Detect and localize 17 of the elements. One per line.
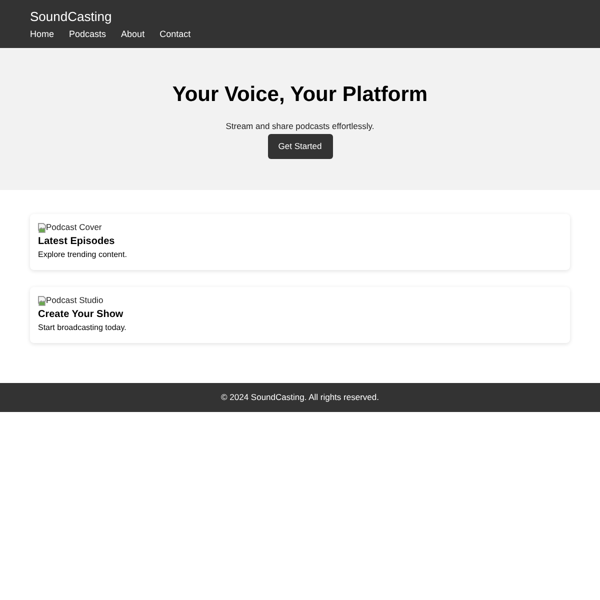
card-description: Explore trending content. <box>38 249 127 260</box>
hero-title: Your Voice, Your Platform <box>172 82 428 108</box>
brand-name: SoundCasting <box>30 9 112 25</box>
image-alt-text: Podcast Cover <box>46 222 102 233</box>
nav-link[interactable]: Contact <box>160 28 191 40</box>
card-title: Latest Episodes <box>38 235 115 248</box>
broken-image-icon <box>38 296 46 306</box>
nav-link[interactable]: About <box>121 28 145 40</box>
get-started-button[interactable]: Get Started <box>268 134 332 159</box>
broken-image-icon <box>38 222 46 232</box>
nav-link[interactable]: Podcasts <box>69 28 106 40</box>
hero-subtitle: Stream and share podcasts effortlessly. <box>226 121 374 132</box>
nav-link[interactable]: Home <box>30 28 54 40</box>
card-title: Create Your Show <box>38 308 124 321</box>
copyright-text: © 2024 SoundCasting. All rights reserved. <box>221 392 379 403</box>
card-description: Start broadcasting today. <box>38 322 126 333</box>
image-alt-text: Podcast Studio <box>46 295 104 306</box>
